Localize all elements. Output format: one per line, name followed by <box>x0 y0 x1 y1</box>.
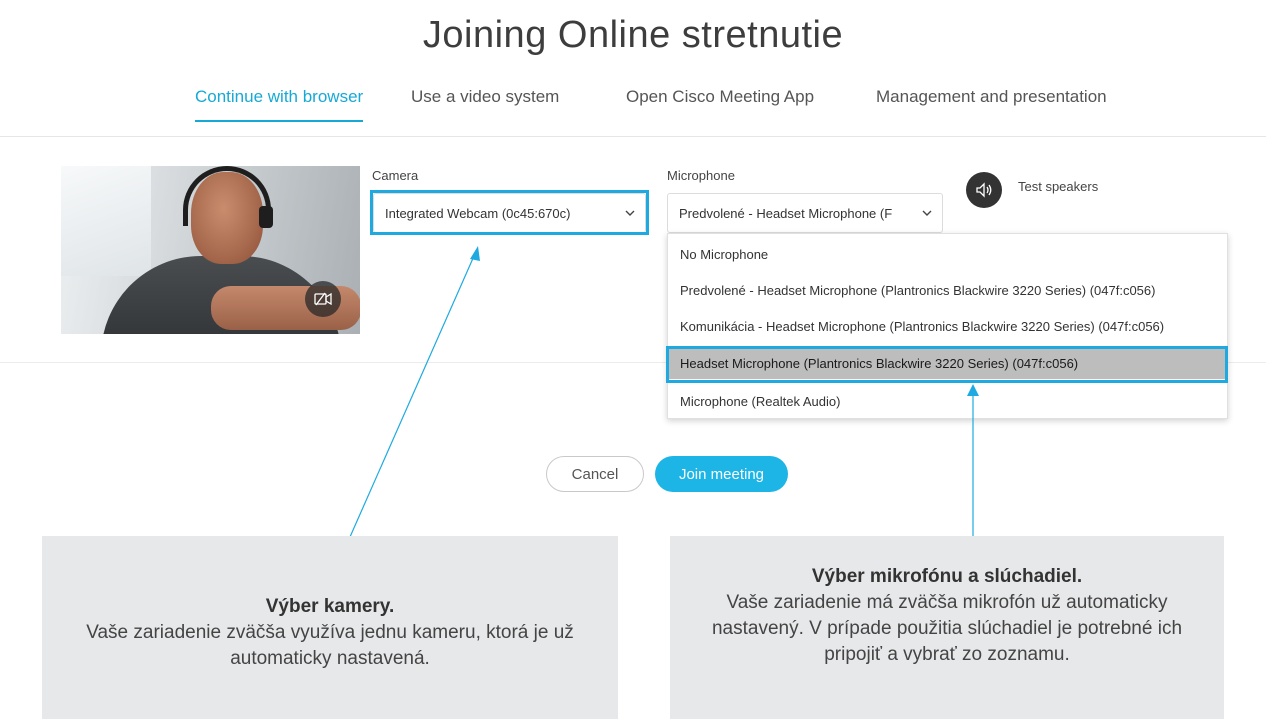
microphone-dropdown: No Microphone Predvolené - Headset Micro… <box>667 233 1228 419</box>
microphone-option[interactable]: Komunikácia - Headset Microphone (Plantr… <box>668 312 1227 342</box>
tab-bar: Continue with browser Use a video system… <box>0 86 1266 122</box>
camera-label: Camera <box>372 168 419 183</box>
test-speakers-button[interactable] <box>966 172 1002 208</box>
join-meeting-button[interactable]: Join meeting <box>655 456 788 492</box>
microphone-select[interactable]: Predvolené - Headset Microphone (F <box>667 193 943 233</box>
camera-note-heading: Výber kamery. <box>265 596 395 617</box>
camera-off-icon <box>314 292 332 306</box>
speaker-icon <box>976 182 992 198</box>
camera-note-body: Vaše zariadenie zväčša využíva jednu kam… <box>86 622 574 669</box>
section-divider <box>0 362 666 363</box>
microphone-label: Microphone <box>667 168 735 183</box>
tabs-divider <box>0 136 1266 137</box>
microphone-note: Výber mikrofónu a slúchadiel. Vaše zaria… <box>670 536 1224 719</box>
tab-open-cisco-meeting-app[interactable]: Open Cisco Meeting App <box>626 86 814 122</box>
test-speakers-label[interactable]: Test speakers <box>1018 179 1098 194</box>
microphone-highlight-box <box>666 346 1228 383</box>
microphone-option[interactable]: No Microphone <box>668 240 1227 270</box>
microphone-select-value: Predvolené - Headset Microphone (F <box>679 205 893 221</box>
tab-management-and-presentation[interactable]: Management and presentation <box>876 86 1107 122</box>
camera-highlight-box <box>370 190 649 235</box>
microphone-note-body: Vaše zariadenie má zväčša mikrofón už au… <box>711 592 1183 665</box>
microphone-option[interactable]: Microphone (Realtek Audio) <box>668 387 1227 417</box>
camera-toggle-button[interactable] <box>305 281 341 317</box>
microphone-option[interactable]: Predvolené - Headset Microphone (Plantro… <box>668 276 1227 306</box>
camera-note: Výber kamery. Vaše zariadenie zväčša vyu… <box>42 536 618 719</box>
tab-continue-with-browser[interactable]: Continue with browser <box>195 86 364 122</box>
cancel-button[interactable]: Cancel <box>546 456 644 492</box>
section-divider <box>1228 362 1266 363</box>
page-title: Joining Online stretnutie <box>422 14 844 56</box>
tab-use-a-video-system[interactable]: Use a video system <box>411 86 559 122</box>
camera-annotation-arrow <box>345 246 480 547</box>
microphone-note-heading: Výber mikrofónu a slúchadiel. <box>811 566 1083 587</box>
chevron-down-icon <box>922 210 932 216</box>
